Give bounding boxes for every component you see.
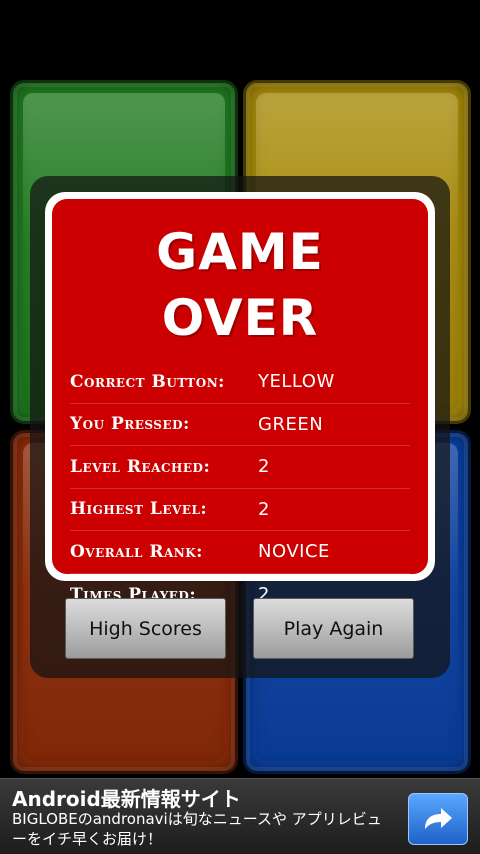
game-over-title: GAME OVER [156,223,324,347]
stat-value: NOVICE [258,541,330,563]
stat-row-you-pressed: You Pressed: GREEN [70,404,410,446]
stat-value: 2 [258,456,270,478]
stat-label: Overall Rank: [70,541,203,562]
high-scores-button[interactable]: High Scores [65,598,226,659]
stat-row-level-reached: Level Reached: 2 [70,446,410,489]
stat-value: GREEN [258,413,324,435]
play-again-button[interactable]: Play Again [253,598,414,659]
stat-label: Highest Level: [70,499,208,520]
stats-list: Correct Button: YELLOW You Pressed: GREE… [70,361,410,616]
ad-body: BIGLOBEのandronaviは旬なニュースや アプリレビューをイチ早くお届… [12,810,382,848]
stat-label: Level Reached: [70,456,211,477]
ad-title: Android最新情報サイト [12,787,241,811]
stat-value: 2 [258,498,270,520]
stat-row-correct-button: Correct Button: YELLOW [70,361,410,404]
stat-value: YELLOW [258,371,335,393]
game-over-panel: GAME OVER Correct Button: YELLOW You Pre… [45,192,435,605]
stat-row-overall-rank: Overall Rank: NOVICE [70,531,410,574]
share-arrow-icon[interactable] [408,793,468,845]
stat-label: Correct Button: [70,371,225,392]
ad-banner[interactable]: Android最新情報サイト BIGLOBEのandronaviは旬なニュースや… [0,778,480,854]
stat-label: You Pressed: [70,414,190,435]
game-over-panel-body: GAME OVER Correct Button: YELLOW You Pre… [52,199,428,605]
stat-row-highest-level: Highest Level: 2 [70,489,410,531]
